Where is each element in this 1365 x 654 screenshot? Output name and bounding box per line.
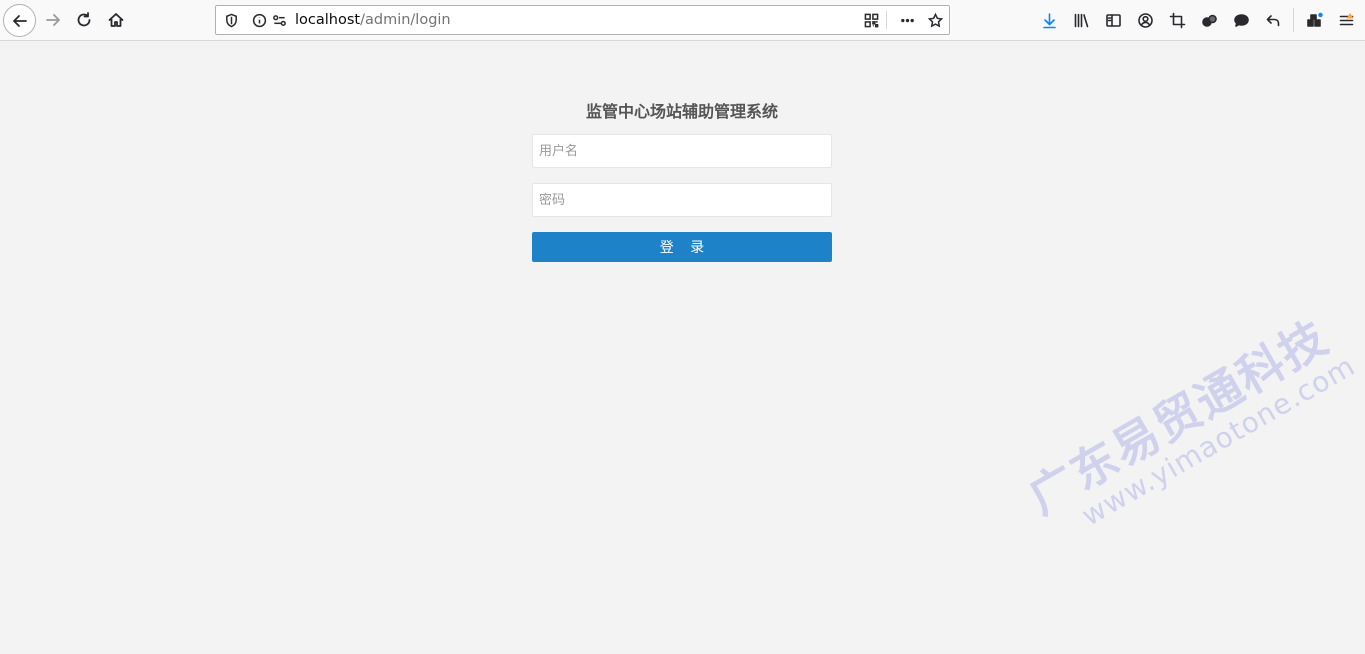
browser-toolbar: localhost/admin/login [0,0,1365,41]
qr-code-icon[interactable] [862,11,880,29]
login-button[interactable]: 登 录 [532,232,832,262]
forward-button[interactable] [38,5,68,35]
bookmark-star-icon[interactable] [926,11,944,29]
reload-button[interactable] [69,5,99,35]
arrow-right-icon [46,14,60,26]
password-input[interactable] [532,183,832,217]
undo-arrow-icon[interactable] [1263,10,1283,30]
extensions-icon[interactable] [1304,10,1324,30]
info-icon[interactable] [250,11,268,29]
reload-icon [77,12,91,27]
home-button[interactable] [101,5,131,35]
extension-circles-icon[interactable] [1199,10,1219,30]
menu-icon[interactable] [1336,10,1356,30]
page-actions-icon[interactable] [898,11,916,29]
chat-bubble-icon[interactable] [1231,10,1251,30]
arrow-left-icon [12,14,27,27]
username-input[interactable] [532,134,832,168]
url-text[interactable]: localhost/admin/login [295,12,451,28]
home-icon [108,13,124,27]
address-bar[interactable]: localhost/admin/login [215,5,950,35]
download-icon[interactable] [1039,10,1059,30]
shield-icon[interactable] [222,11,240,29]
login-title: 监管中心场站辅助管理系统 [585,102,778,121]
url-separator [886,11,887,29]
account-icon[interactable] [1135,10,1155,30]
library-icon[interactable] [1071,10,1091,30]
watermark: 广东易贸通科技 www.yimaotone.com [1015,297,1361,550]
permissions-icon[interactable] [270,11,288,29]
sidebar-icon[interactable] [1103,10,1123,30]
watermark-site: www.yimaotone.com [1076,349,1361,533]
crop-screenshot-icon[interactable] [1167,10,1187,30]
toolbar-divider [1293,8,1294,32]
watermark-company: 广东易贸通科技 [1019,309,1338,525]
url-host: localhost [295,12,361,28]
url-path: /admin/login [360,12,451,28]
back-button[interactable] [3,4,36,37]
